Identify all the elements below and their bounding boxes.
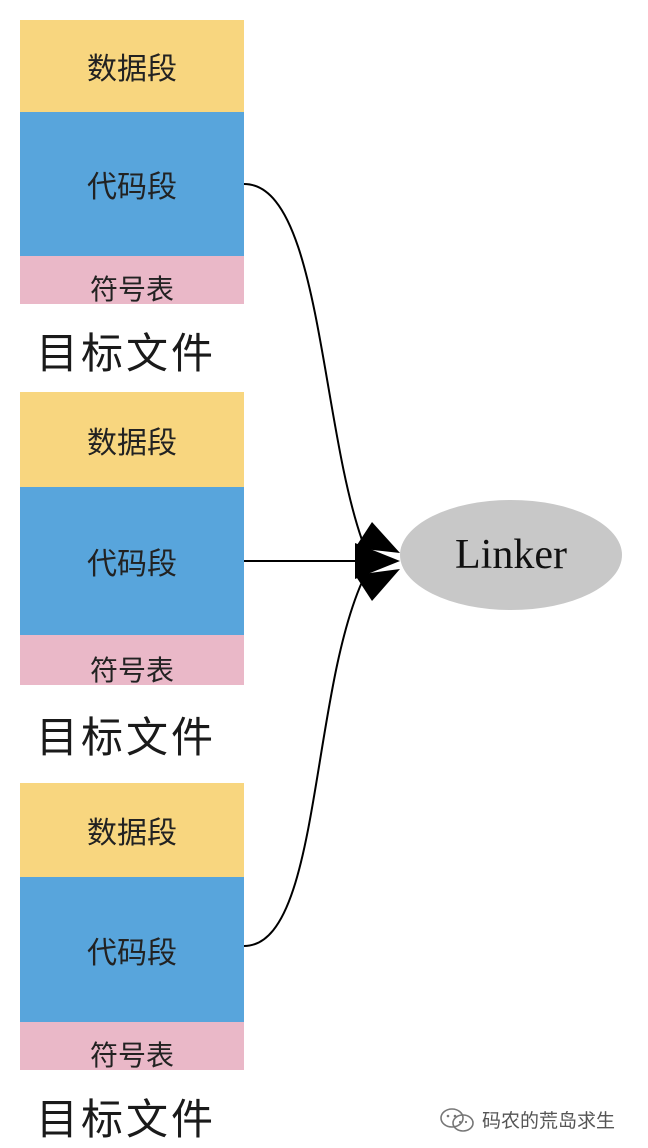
linker-label: Linker bbox=[455, 532, 567, 578]
edge-file3-to-linker bbox=[243, 581, 363, 947]
watermark-text: 码农的荒岛求生 bbox=[482, 1110, 616, 1132]
edge-file1-to-linker bbox=[243, 183, 363, 541]
wechat-icon bbox=[440, 1107, 474, 1132]
watermark: 码农的荒岛求生 bbox=[438, 1106, 615, 1133]
